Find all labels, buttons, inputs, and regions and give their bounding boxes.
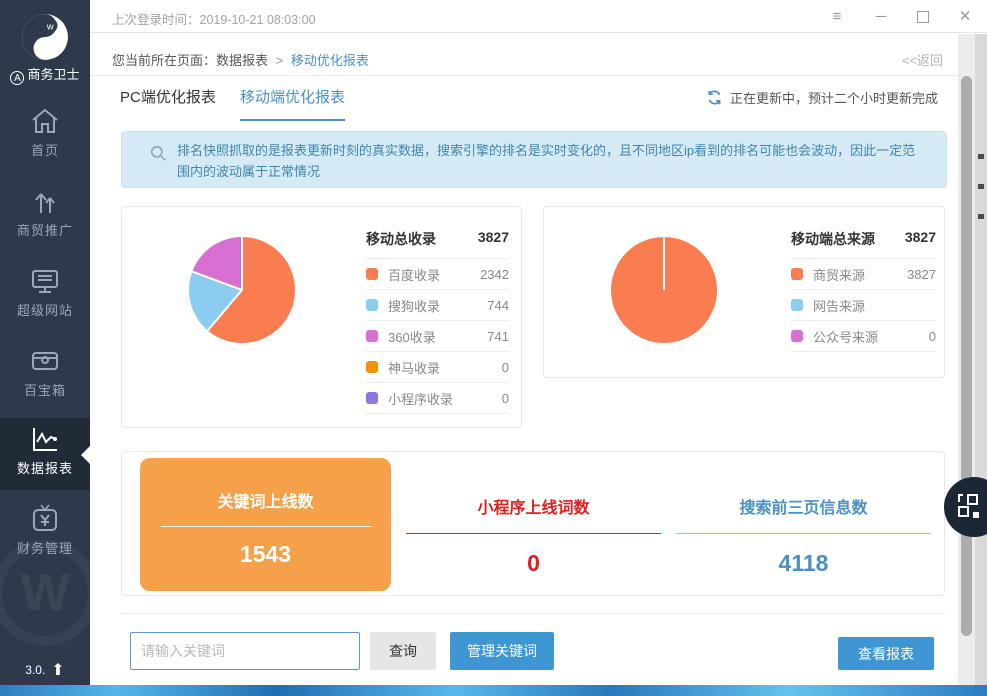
sidebar-item-website[interactable]: 超级网站 <box>0 260 90 332</box>
sidebar-item-toolbox[interactable]: 百宝箱 <box>0 340 90 412</box>
divider <box>161 526 371 527</box>
pie-chart-mobile-source <box>611 237 717 343</box>
breadcrumb-separator: > <box>276 53 284 68</box>
sidebar-item-label: 首页 <box>0 140 90 159</box>
legend: 移动端总来源 3827 商贸来源 3827 网告来源 公众号来源 0 <box>791 229 936 352</box>
query-button[interactable]: 查询 <box>370 632 436 670</box>
breadcrumb-prefix: 您当前所在页面： <box>112 53 216 68</box>
legend-swatch <box>791 268 803 280</box>
titlebar: 上次登录时间：2019-10-21 08:03:00 ≡ ─ ✕ <box>90 0 987 33</box>
app-logo-icon: w <box>20 12 70 62</box>
legend-item: 公众号来源 0 <box>791 321 936 352</box>
background-artifact <box>978 184 984 189</box>
legend-swatch <box>366 361 378 373</box>
menu-icon[interactable]: ≡ <box>829 9 845 24</box>
keyword-input[interactable] <box>130 632 360 670</box>
pie-chart-mobile-index <box>189 237 295 343</box>
legend-swatch <box>366 268 378 280</box>
background-window-strip <box>975 34 987 685</box>
card-mobile-source: 移动端总来源 3827 商贸来源 3827 网告来源 公众号来源 0 <box>543 206 945 378</box>
background-artifact <box>978 214 984 219</box>
legend-item: 搜狗收录 744 <box>366 290 509 321</box>
brand-badge-icon: A <box>10 71 24 85</box>
sidebar-item-home[interactable]: 首页 <box>0 100 90 172</box>
legend-item: 小程序收录 0 <box>366 383 509 414</box>
card-title: 移动端总来源 <box>791 229 875 249</box>
breadcrumb-current: 移动优化报表 <box>291 53 369 68</box>
stat-top3-info[interactable]: 搜索前三页信息数 4118 <box>676 458 931 577</box>
toolbox-icon <box>28 344 62 378</box>
breadcrumb: 您当前所在页面：数据报表 > 移动优化报表 <box>112 50 369 69</box>
divider <box>406 533 661 534</box>
report-chart-icon <box>28 422 62 456</box>
version-label: 3.0.⬆ <box>0 660 90 680</box>
notice-text: 排名快照抓取的是报表更新时刻的真实数据，搜索引擎的排名是实时变化的，且不同地区i… <box>177 140 927 182</box>
monitor-icon <box>28 264 62 298</box>
sidebar-item-label: 数据报表 <box>0 458 90 477</box>
last-login-text: 上次登录时间：2019-10-21 08:03:00 <box>112 9 316 28</box>
sidebar-item-promotion[interactable]: 商贸推广 <box>0 180 90 252</box>
close-icon[interactable]: ✕ <box>957 9 973 24</box>
legend: 移动总收录 3827 百度收录 2342 搜狗收录 744 360收录 741 <box>366 229 509 414</box>
legend-swatch <box>366 330 378 342</box>
legend-item: 百度收录 2342 <box>366 259 509 290</box>
minimize-icon[interactable]: ─ <box>873 9 889 24</box>
manage-keywords-button[interactable]: 管理关键词 <box>450 632 554 670</box>
card-title: 移动总收录 <box>366 229 436 249</box>
divider <box>676 533 931 534</box>
upgrade-arrow-icon[interactable]: ⬆ <box>51 660 64 680</box>
notice-banner: 排名快照抓取的是报表更新时刻的真实数据，搜索引擎的排名是实时变化的，且不同地区i… <box>121 131 947 188</box>
scrollbar-track[interactable] <box>958 34 975 685</box>
sidebar-item-reports[interactable]: 数据报表 <box>0 418 90 490</box>
keyword-toolbar: 查询 管理关键词 查看报表 <box>90 613 958 678</box>
sidebar-item-label: 百宝箱 <box>0 380 90 399</box>
divider <box>121 613 945 614</box>
tab-pc-report[interactable]: PC端优化报表 <box>120 86 216 119</box>
sidebar: w A商务卫士 首页 商贸推广 超级网站 百宝箱 <box>0 0 90 685</box>
search-icon <box>150 145 167 162</box>
legend-swatch <box>791 330 803 342</box>
stat-keywords-online[interactable]: 关键词上线数 1543 <box>140 458 391 591</box>
card-total: 3827 <box>478 229 509 249</box>
window-controls: ≡ ─ ✕ <box>829 0 973 33</box>
legend-item: 网告来源 <box>791 290 936 321</box>
active-item-caret <box>81 446 90 464</box>
update-status: 正在更新中，预计二个小时更新完成 <box>706 88 938 107</box>
update-status-text: 正在更新中，预计二个小时更新完成 <box>730 88 938 107</box>
stat-miniprogram-words[interactable]: 小程序上线词数 0 <box>406 458 661 577</box>
svg-text:w: w <box>46 22 54 32</box>
legend-swatch <box>791 299 803 311</box>
background-artifact <box>978 154 984 159</box>
app-window: w A商务卫士 首页 商贸推广 超级网站 百宝箱 <box>0 0 987 685</box>
stats-card: 关键词上线数 1543 小程序上线词数 0 搜索前三页信息数 4118 <box>121 451 945 596</box>
back-link[interactable]: <<返回 <box>902 50 943 69</box>
legend-item: 商贸来源 3827 <box>791 259 936 290</box>
breadcrumb-row: 您当前所在页面：数据报表 > 移动优化报表 <<返回 <box>90 40 958 76</box>
maximize-icon[interactable] <box>917 11 929 23</box>
scrollbar-thumb[interactable] <box>961 76 972 636</box>
sidebar-item-label: 超级网站 <box>0 300 90 319</box>
breadcrumb-section: 数据报表 <box>216 53 268 68</box>
card-total: 3827 <box>905 229 936 249</box>
refresh-icon <box>706 89 723 106</box>
sidebar-watermark: W <box>0 540 90 646</box>
sidebar-item-label: 商贸推广 <box>0 220 90 239</box>
legend-swatch <box>366 299 378 311</box>
promote-arrows-icon <box>28 184 62 218</box>
home-icon <box>28 104 62 138</box>
legend-item: 神马收录 0 <box>366 352 509 383</box>
legend-swatch <box>366 392 378 404</box>
view-report-button[interactable]: 查看报表 <box>838 637 934 670</box>
desktop-wallpaper-strip <box>0 685 987 696</box>
main-content: 您当前所在页面：数据报表 > 移动优化报表 <<返回 PC端优化报表 移动端优化… <box>90 34 958 678</box>
tab-mobile-report[interactable]: 移动端优化报表 <box>240 86 345 121</box>
legend-item: 360收录 741 <box>366 321 509 352</box>
card-mobile-index: 移动总收录 3827 百度收录 2342 搜狗收录 744 360收录 741 <box>121 206 522 428</box>
brand-name: A商务卫士 <box>0 64 90 85</box>
finance-yen-icon <box>28 502 62 536</box>
